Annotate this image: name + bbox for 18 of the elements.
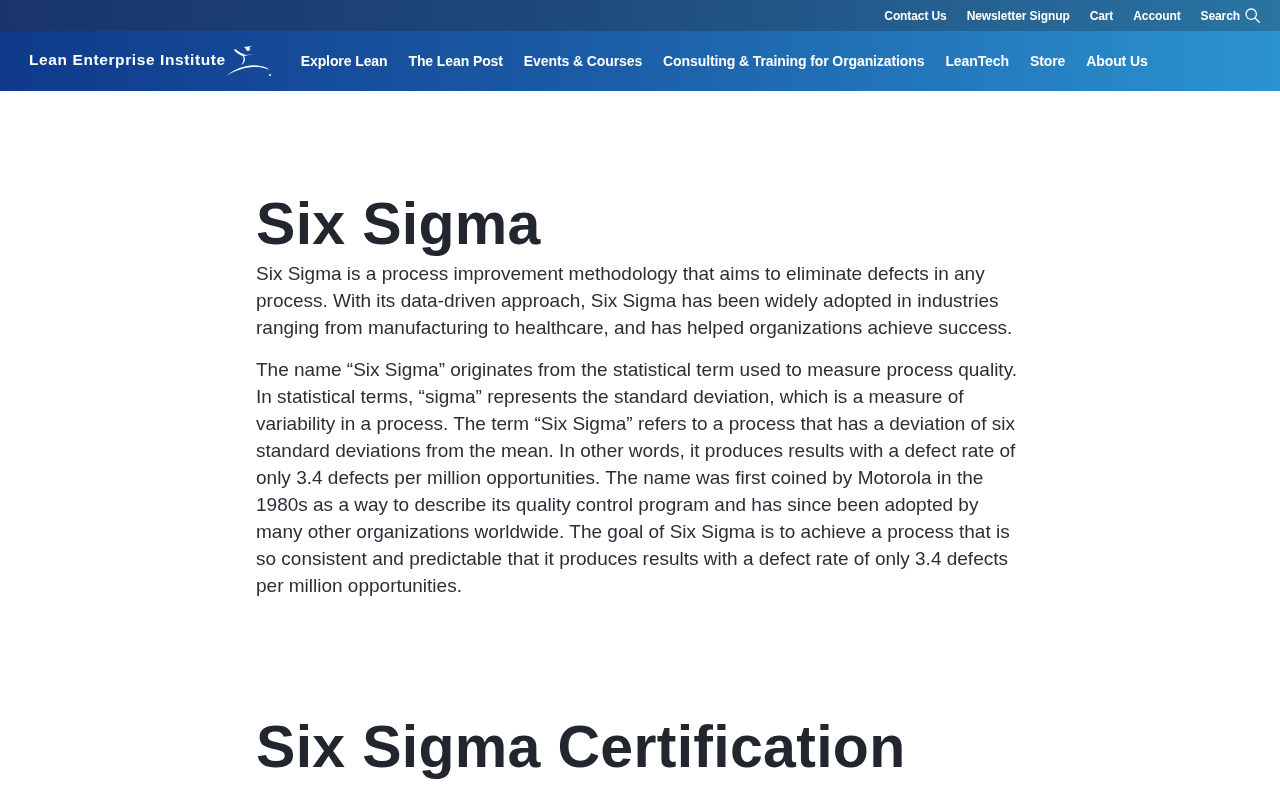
top-link[interactable]: Contact Us <box>884 8 947 23</box>
search-icon <box>1245 8 1260 23</box>
body-paragraph: Six Sigma is a process improvement methodology that aims to eliminate defects in any process. With its data-driven approach, Six Sigma has been widely adopted in industries ranging from manufacturing to healthcare, and has helped organizations achieve success. <box>256 262 1014 340</box>
nav-link[interactable]: The Lean Post <box>408 53 503 69</box>
nav-link[interactable]: Explore Lean <box>300 53 388 69</box>
nav-link[interactable]: LeanTech <box>945 53 1009 69</box>
nav-link[interactable]: About Us <box>1086 53 1148 69</box>
body-paragraph: The name “Six Sigma” originates from the statistical term used to measure process quality. In statistical terms, “sigma” represents the standard deviation, which is a measure of variability in a process. The term “Six Sigma” refers to a process that has a deviation of six standard deviations from the mean. In other words, it produces results with a defect rate of only 3.4 defects per million opportunities. The name was first coined by Motorola in the 1980s as a way to describe its quality control program and has since been adopted by many other organizations worldwide. The goal of Six Sigma is to achieve a process that is so consistent and predictable that it produces results with a defect rate of only 3.4 defects per million opportunities. <box>256 358 1018 598</box>
top-link[interactable]: Newsletter Signup <box>966 8 1070 23</box>
nav-link[interactable]: Store <box>1029 53 1066 69</box>
nav-link[interactable]: Events & Courses <box>523 53 643 69</box>
section-heading: Six Sigma Certification <box>256 713 907 782</box>
top-link[interactable]: Account <box>1133 8 1181 23</box>
site-logo[interactable]: Lean Enterprise Institute <box>29 44 272 78</box>
top-link[interactable]: Cart <box>1089 8 1114 23</box>
section-heading: Six Sigma <box>256 190 542 259</box>
nav-link[interactable]: Consulting & Training for Organizations <box>663 53 925 69</box>
search-link[interactable]: Search <box>1200 8 1260 23</box>
